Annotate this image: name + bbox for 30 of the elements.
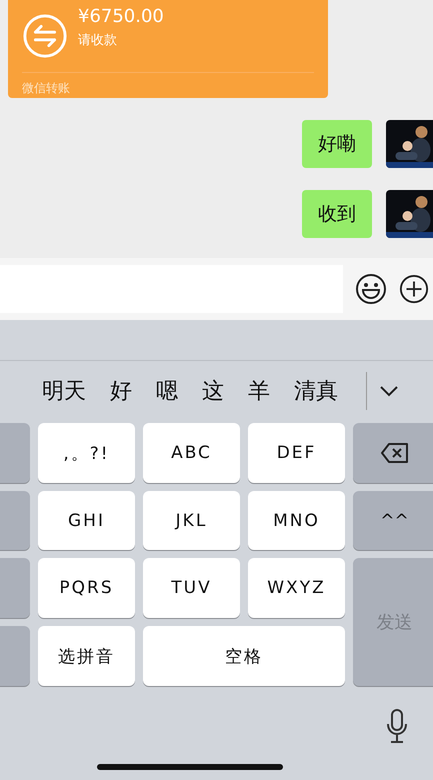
candidate-word[interactable]: 羊 xyxy=(248,376,270,406)
emoji-icon[interactable] xyxy=(355,273,387,305)
keyboard-key[interactable]: DEF xyxy=(248,423,345,483)
keyboard-key[interactable]: 空格 xyxy=(143,626,345,686)
candidate-word[interactable]: 嗯 xyxy=(156,376,178,406)
transfer-label: 微信转账 xyxy=(22,80,71,97)
keyboard-key[interactable]: ABC xyxy=(143,423,240,483)
transfer-icon xyxy=(22,13,68,59)
message-bubble: 好嘞 xyxy=(302,120,372,168)
candidate-word[interactable]: 清真 xyxy=(294,376,338,406)
candidate-word[interactable]: 好 xyxy=(110,376,132,406)
candidate-word[interactable]: 明天 xyxy=(42,376,86,406)
transfer-amount: ¥6750.00 xyxy=(78,6,164,26)
keyboard-key[interactable]: 选拼音 xyxy=(38,626,135,686)
backspace-icon xyxy=(380,442,410,464)
keyboard-key[interactable]: PQRS xyxy=(38,558,135,618)
keyboard-key[interactable]: GHI xyxy=(38,491,135,550)
candidate-word[interactable]: 这 xyxy=(202,376,224,406)
plus-icon[interactable] xyxy=(399,274,429,304)
keyboard-key[interactable]: ,。?! xyxy=(38,423,135,483)
transfer-note: 请收款 xyxy=(78,32,118,48)
chevron-down-icon[interactable] xyxy=(379,385,399,397)
emoticon-key[interactable]: ^^ xyxy=(353,491,433,550)
keyboard-key[interactable]: WXYZ xyxy=(248,558,345,618)
microphone-icon[interactable] xyxy=(385,708,409,744)
keyboard-key[interactable]: MNO xyxy=(248,491,345,550)
message-bubble: 收到 xyxy=(302,190,372,238)
backspace-key[interactable] xyxy=(353,423,433,483)
keyboard-key[interactable]: TUV xyxy=(143,558,240,618)
keyboard-key[interactable]: JKL xyxy=(143,491,240,550)
